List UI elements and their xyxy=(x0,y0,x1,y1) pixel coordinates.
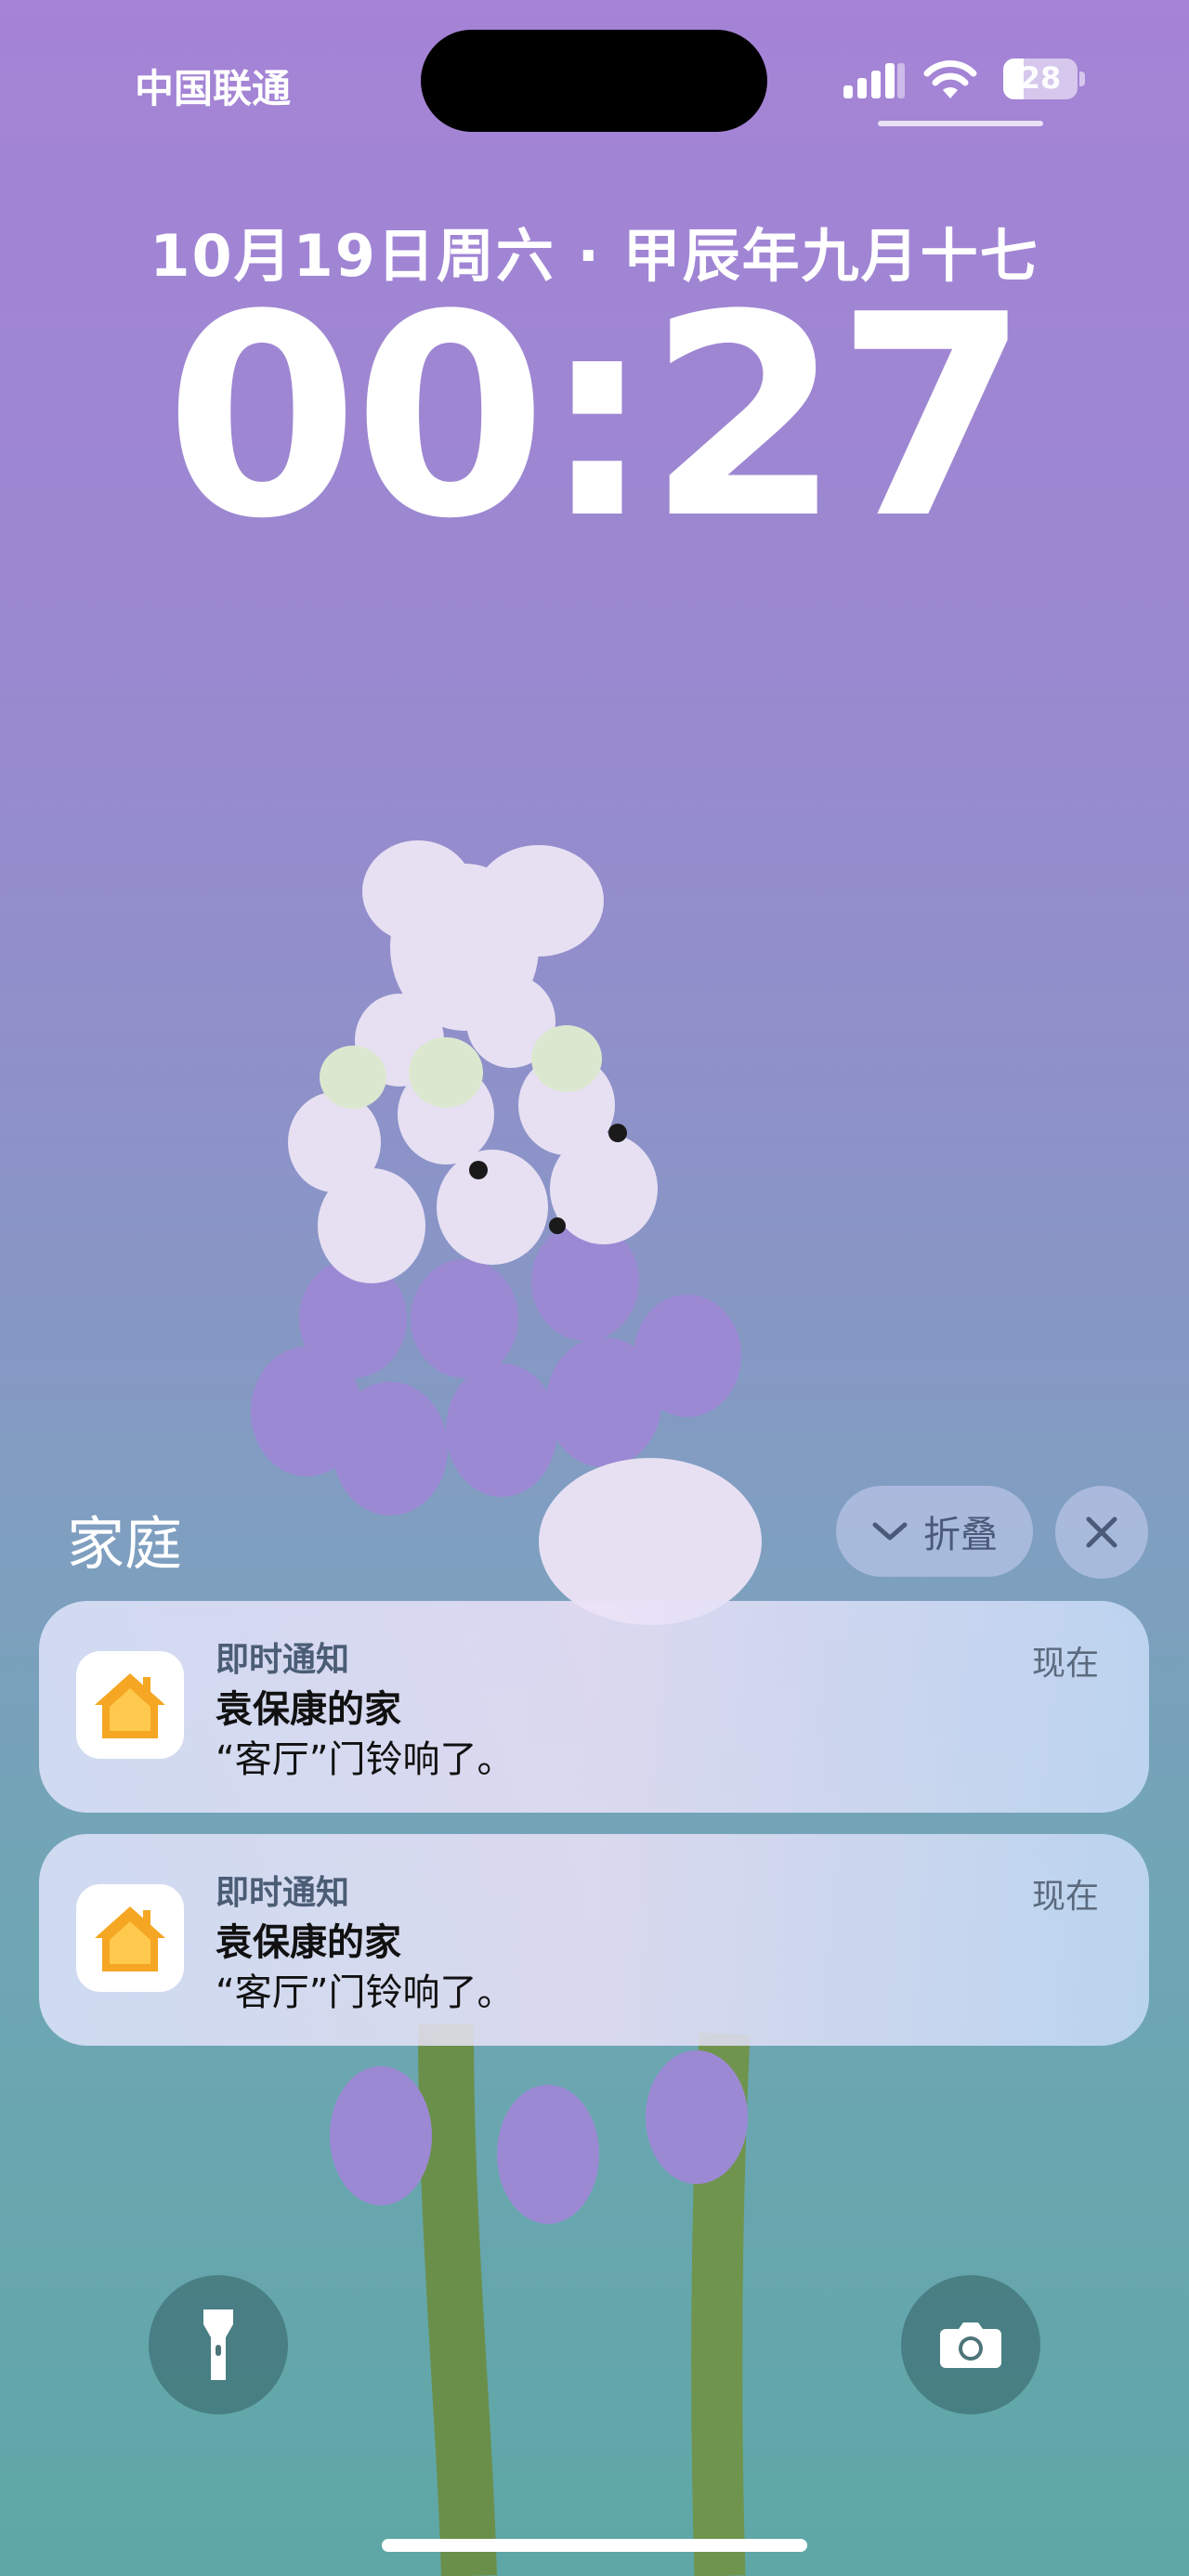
dynamic-island xyxy=(421,30,767,132)
close-icon xyxy=(1086,1516,1117,1548)
chevron-down-icon xyxy=(872,1522,908,1541)
collapse-label: 折叠 xyxy=(923,1514,998,1556)
collapse-button[interactable]: 折叠 xyxy=(836,1486,1033,1577)
camera-button[interactable] xyxy=(901,2275,1040,2414)
notification-title: 袁保康的家 xyxy=(216,1921,401,1964)
notification-title: 袁保康的家 xyxy=(216,1688,401,1731)
notification-time: 现在 xyxy=(1031,1645,1099,1683)
notification-body: “客厅”门铃响了。 xyxy=(216,1971,515,2014)
camera-icon xyxy=(940,2322,1001,2368)
status-bar: 中国联通 28 xyxy=(0,0,1189,149)
home-indicator[interactable] xyxy=(382,2539,807,2552)
battery-indicator: 28 xyxy=(1003,59,1085,99)
flashlight-button[interactable] xyxy=(149,2275,288,2414)
carrier-name: 中国联通 xyxy=(135,66,292,111)
notification-time: 现在 xyxy=(1031,1878,1099,1916)
lock-time: 00:27 xyxy=(164,255,1030,579)
battery-level: 28 xyxy=(1019,60,1062,96)
notification-app-name: 即时通知 xyxy=(216,1874,350,1912)
home-app-icon xyxy=(76,1651,184,1759)
notification-group-title: 家庭 xyxy=(67,1510,183,1578)
flashlight-icon xyxy=(203,2309,233,2380)
notification-card[interactable]: 即时通知 现在 袁保康的家 “客厅”门铃响了。 xyxy=(39,1834,1149,2046)
notification-app-name: 即时通知 xyxy=(216,1641,350,1679)
cellular-signal-icon xyxy=(843,63,905,98)
notification-card[interactable]: 即时通知 现在 袁保康的家 “客厅”门铃响了。 xyxy=(39,1601,1149,1813)
notification-body: “客厅”门铃响了。 xyxy=(216,1738,515,1781)
wifi-icon xyxy=(923,60,977,98)
home-app-icon xyxy=(76,1884,184,1992)
control-center-grabber[interactable] xyxy=(878,121,1043,126)
clear-notifications-button[interactable] xyxy=(1055,1486,1148,1579)
